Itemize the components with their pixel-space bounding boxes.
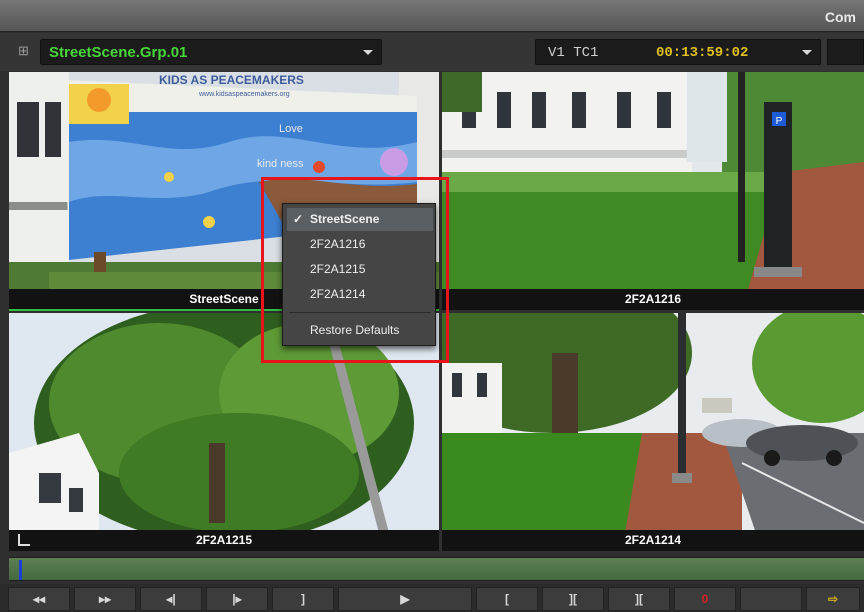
playhead[interactable] — [19, 560, 22, 580]
timecode-display-secondary[interactable] — [827, 39, 864, 65]
mural-love-text: Love — [279, 123, 303, 135]
chevron-down-icon — [802, 50, 812, 55]
step-back-icon: ◂| — [166, 592, 176, 606]
timecode-value: 00:13:59:02 — [656, 45, 749, 61]
mark-out-icon: ] — [301, 592, 305, 606]
monitor-label: 2F2A1215 — [9, 530, 439, 551]
monitor-2f2a1216[interactable]: P 2F2A1216 — [442, 72, 864, 310]
export-button[interactable]: ⇨ — [806, 587, 860, 611]
mark-in-icon: [ — [505, 592, 509, 606]
chevron-down-icon — [363, 50, 373, 55]
monitor-toolbar: ⊞ StreetScene.Grp.01 V1 TC1 00:13:59:02 — [0, 33, 864, 71]
mark-in-button[interactable]: [ — [476, 587, 538, 611]
corner-mark-icon — [18, 534, 30, 546]
rewind-button[interactable]: ◂◂ — [8, 587, 70, 611]
street-frame — [442, 313, 864, 551]
menu-item-2f2a1216[interactable]: 2F2A1216 — [287, 233, 433, 256]
fast-forward-icon: ▸▸ — [98, 592, 112, 606]
menu-separator — [289, 312, 431, 313]
play-icon: ▶ — [400, 592, 410, 606]
monitor-2f2a1214[interactable]: 2F2A1214 — [442, 313, 864, 551]
mark-out-button[interactable]: ] — [272, 587, 334, 611]
menu-item-2f2a1214[interactable]: 2F2A1214 — [287, 283, 433, 306]
menu-item-label: 2F2A1214 — [310, 287, 366, 301]
monitor-label: 2F2A1214 — [442, 530, 864, 551]
grid-icon[interactable]: ⊞ — [18, 44, 32, 58]
menu-item-label: Restore Defaults — [310, 323, 400, 337]
track-label: V1 TC1 — [548, 45, 599, 61]
counter-display[interactable]: 0 — [674, 587, 736, 611]
window-title: Com — [824, 9, 856, 25]
step-forward-button[interactable]: |▸ — [206, 587, 268, 611]
clear-marks-icon: ][ — [635, 592, 643, 606]
mark-clip-button[interactable]: ][ — [542, 587, 604, 611]
title-bar: Com — [0, 0, 864, 32]
export-icon: ⇨ — [827, 592, 839, 606]
blank-button[interactable] — [740, 587, 802, 611]
mark-clip-icon: ][ — [569, 592, 577, 606]
menu-item-2f2a1215[interactable]: 2F2A1215 — [287, 258, 433, 281]
monitor-label: 2F2A1216 — [442, 289, 864, 310]
timecode-display[interactable]: V1 TC1 00:13:59:02 — [535, 39, 821, 65]
svg-text:P: P — [776, 116, 783, 127]
clear-marks-button[interactable]: ][ — [608, 587, 670, 611]
menu-item-label: 2F2A1215 — [310, 262, 366, 276]
sequence-name: StreetScene.Grp.01 — [49, 44, 188, 61]
clip-context-menu: ✓ StreetScene 2F2A1216 2F2A1215 2F2A1214… — [282, 203, 436, 346]
rewind-icon: ◂◂ — [32, 592, 46, 606]
step-back-button[interactable]: ◂| — [140, 587, 202, 611]
mural-url-text: www.kidsaspeacemakers.org — [198, 91, 290, 98]
menu-item-label: 2F2A1216 — [310, 237, 366, 251]
mural-kindness-text: kind ness — [257, 158, 304, 170]
menu-item-streetscene[interactable]: ✓ StreetScene — [287, 208, 433, 231]
step-forward-icon: |▸ — [232, 592, 242, 606]
mural-title-text: KIDS AS PEACEMAKERS — [159, 73, 304, 87]
fast-forward-button[interactable]: ▸▸ — [74, 587, 136, 611]
menu-item-label: StreetScene — [310, 212, 380, 226]
checkmark-icon: ✓ — [293, 212, 304, 226]
sequence-menu[interactable]: StreetScene.Grp.01 — [40, 39, 382, 65]
menu-item-restore-defaults[interactable]: Restore Defaults — [287, 319, 433, 342]
media-composer-window: Com ⊞ StreetScene.Grp.01 V1 TC1 00:13:59… — [0, 0, 864, 612]
play-button[interactable]: ▶ — [338, 587, 472, 611]
transport-controls: ◂◂ ▸▸ ◂| |▸ ] ▶ [ ][ ][ 0 ⇨ — [0, 584, 864, 612]
building-frame: P — [442, 72, 864, 310]
position-bar[interactable] — [9, 557, 864, 581]
counter-value: 0 — [701, 592, 709, 606]
